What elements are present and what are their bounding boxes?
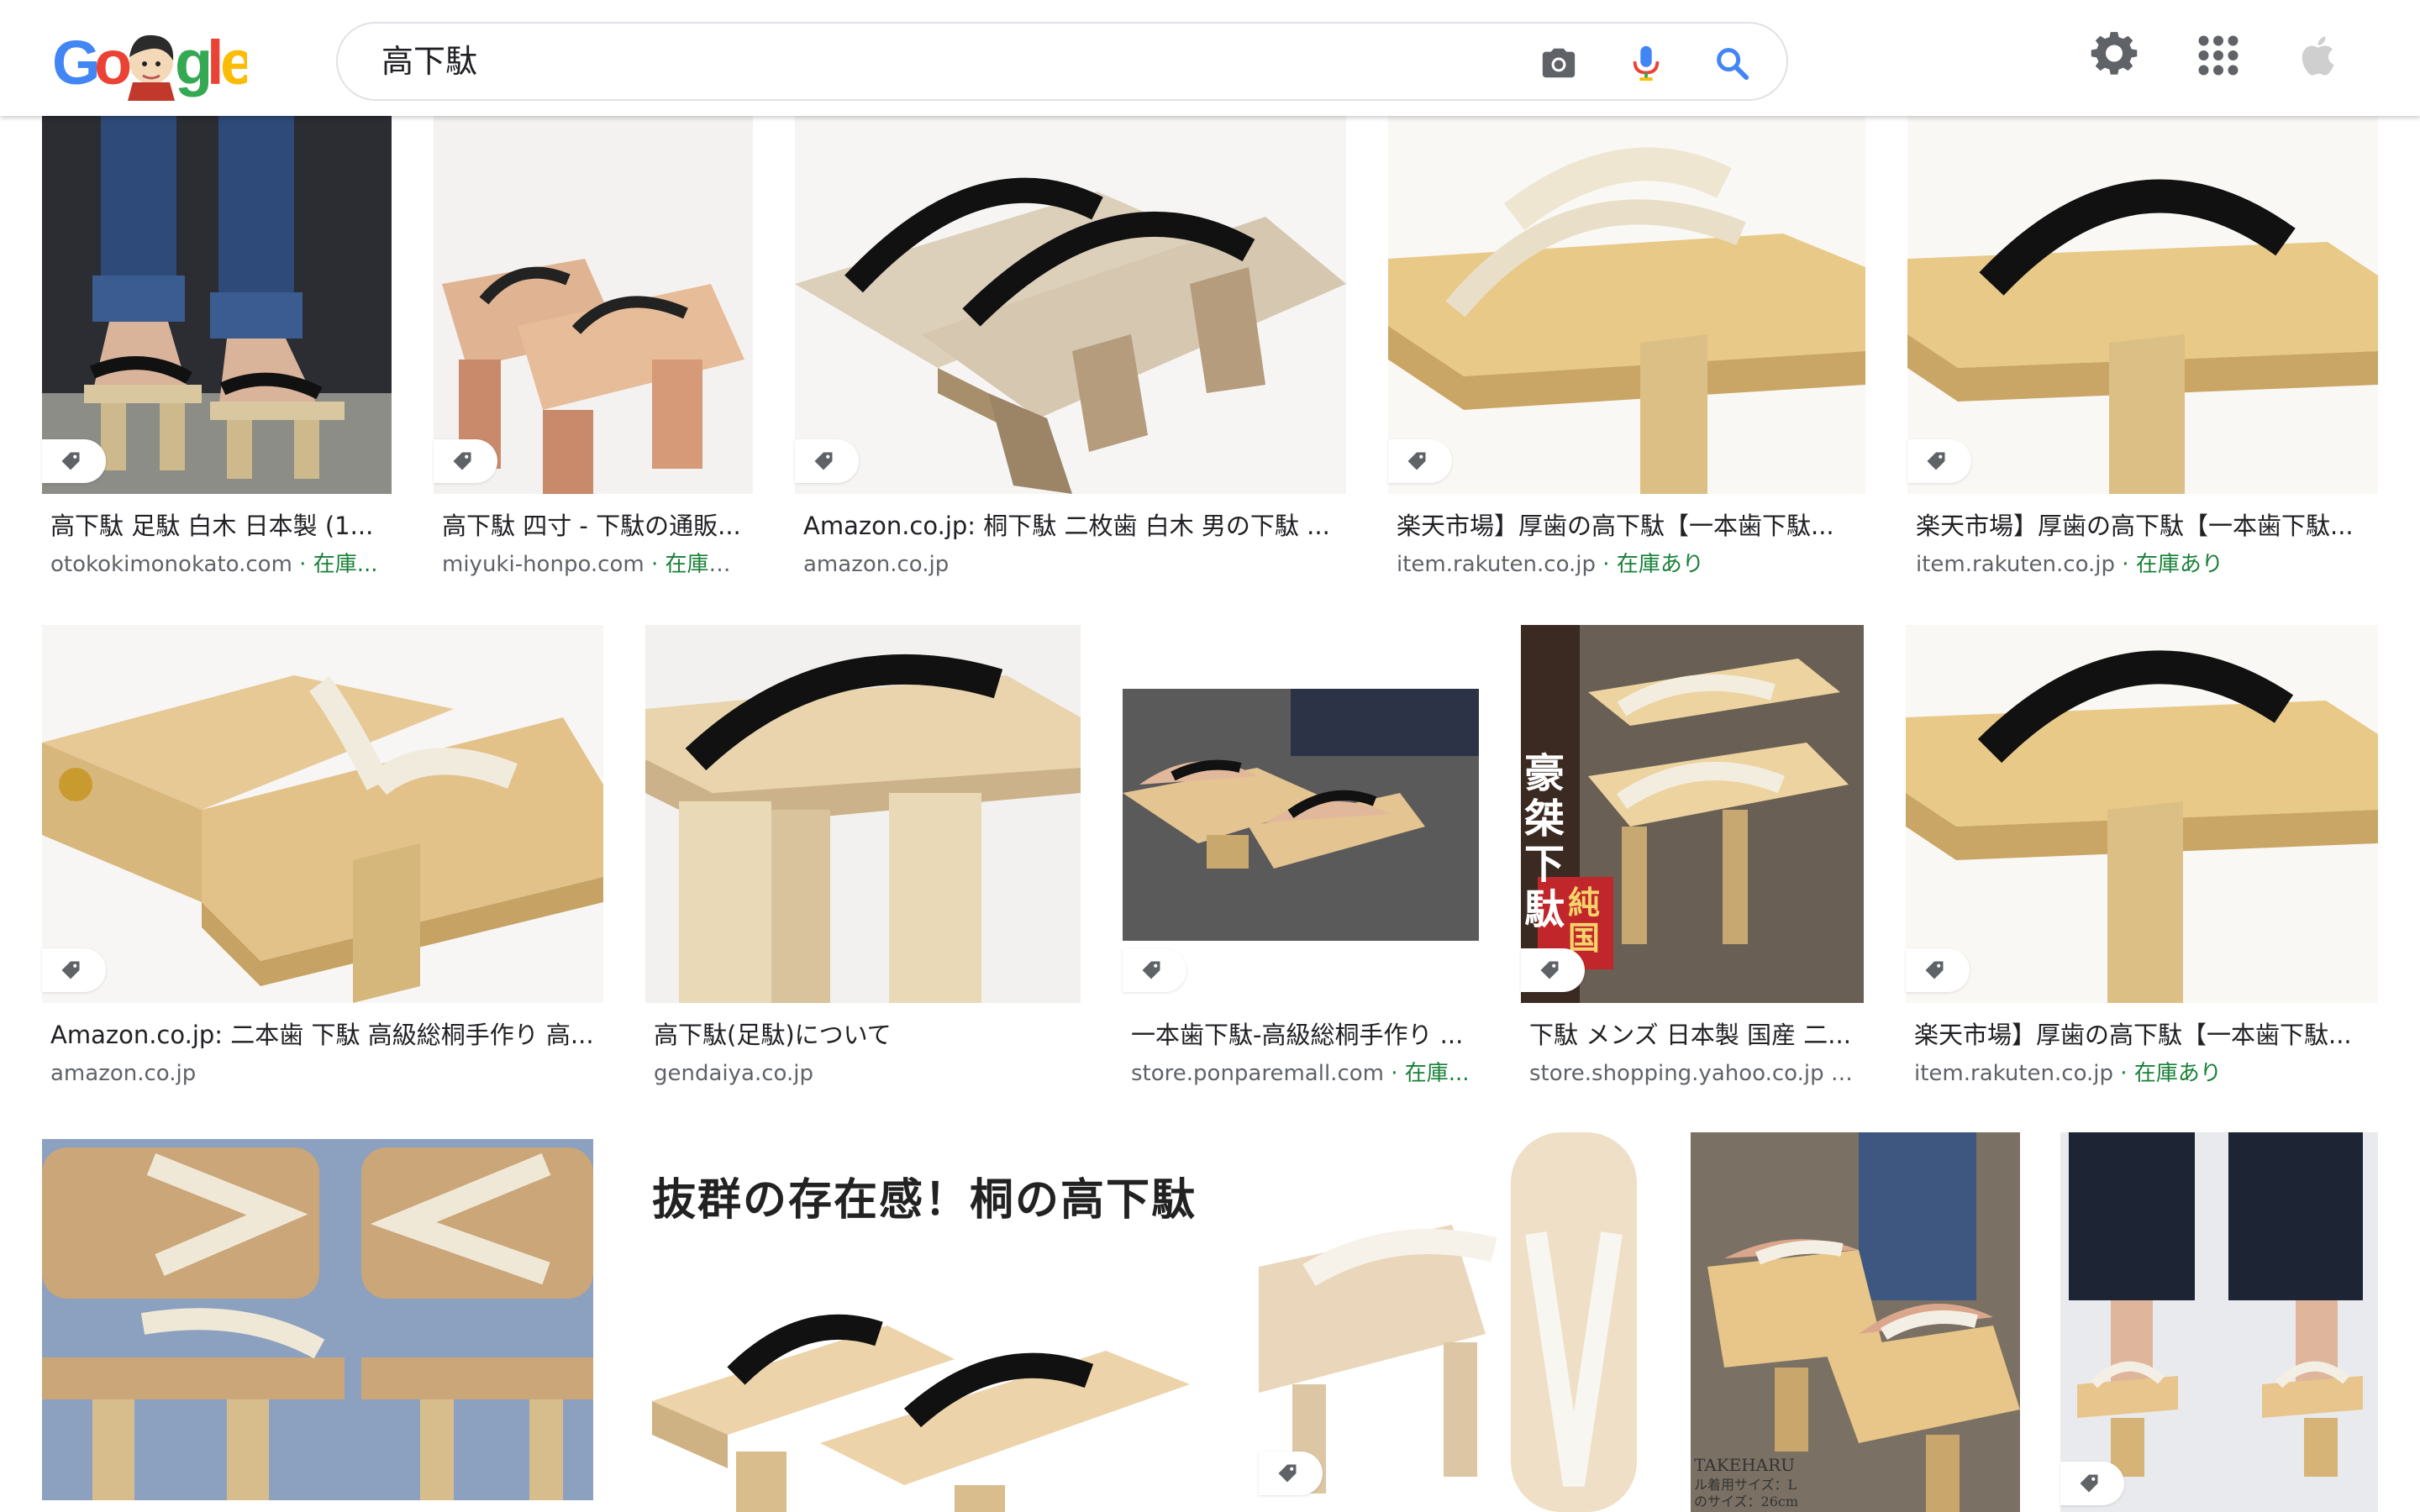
stock-status: · ... (1830, 1061, 1859, 1086)
shopping-tag-badge (42, 948, 106, 992)
top-bar: G o g l e 高下駄 (0, 0, 2420, 116)
image-result[interactable] (1259, 1132, 1649, 1512)
result-thumbnail[interactable] (434, 116, 753, 494)
camera-icon[interactable] (1539, 44, 1578, 82)
result-source: amazon.co.jp (803, 552, 950, 577)
result-thumbnail[interactable] (42, 1139, 593, 1500)
image-result[interactable]: 豪桀下駄 純国 下駄 メンズ 日本製 国産 二... store.shoppin… (1521, 625, 1864, 1095)
result-thumbnail[interactable] (1907, 116, 2378, 494)
price-tag-icon (1142, 961, 1160, 979)
shopping-tag-badge (2060, 1462, 2124, 1505)
price-tag-icon (1407, 452, 1426, 470)
result-source: otokokimonokato.com · 在庫... (50, 552, 378, 577)
image-credit-text: のサイズ：26cm (1694, 1494, 1799, 1509)
result-thumbnail[interactable] (1123, 625, 1479, 1003)
result-thumbnail[interactable] (2060, 1132, 2378, 1512)
image-result[interactable]: 楽天市場】厚歯の高下駄【一本歯下駄... item.rakuten.co.jp … (1906, 625, 2378, 1095)
image-overlay-text: 豪桀下駄 (1524, 750, 1565, 933)
result-title[interactable]: 下駄 メンズ 日本製 国産 二... (1529, 1020, 1859, 1050)
image-result[interactable]: 高下駄 足駄 白木 日本製 (1... otokokimonokato.com … (42, 116, 392, 586)
image-result[interactable]: 一本歯下駄-高級総桐手作り ... store.ponparemall.com … (1123, 625, 1479, 1095)
price-tag-icon (453, 452, 471, 470)
result-thumbnail[interactable] (1259, 1132, 1649, 1512)
shopping-tag-badge (42, 439, 106, 483)
search-box[interactable]: 高下駄 (336, 22, 1788, 101)
result-title[interactable]: 高下駄 足駄 白木 日本製 (1... (50, 511, 387, 541)
image-result[interactable]: 高下駄(足駄)について gendaiya.co.jp (645, 625, 1081, 1095)
svg-text:o: o (94, 28, 132, 97)
result-title[interactable]: 楽天市場】厚歯の高下駄【一本歯下駄... (1914, 1020, 2373, 1050)
image-result[interactable]: Amazon.co.jp: 桐下駄 二枚歯 白木 男の下駄 ... amazon… (795, 116, 1346, 586)
result-thumbnail[interactable]: 抜群の存在感！桐の高下駄 (635, 1132, 1217, 1512)
image-result[interactable]: Amazon.co.jp: 二本歯 下駄 高級総桐手作り 高... amazon… (42, 625, 603, 1095)
result-source: item.rakuten.co.jp · 在庫あり (1914, 1061, 2222, 1086)
stock-status: · 在庫あり (2113, 1061, 2222, 1086)
result-thumbnail[interactable]: TAKEHARU ル着用サイズ：L のサイズ：26cm (1691, 1132, 2020, 1512)
svg-text:G: G (52, 28, 101, 97)
price-tag-icon (61, 961, 80, 979)
price-tag-icon (1278, 1464, 1297, 1483)
result-source: item.rakuten.co.jp · 在庫あり (1397, 552, 1704, 577)
image-credit-text: TAKEHARU (1694, 1455, 1796, 1475)
image-overlay-text: 純国 (1568, 884, 1601, 957)
result-title[interactable]: 高下駄(足駄)について (654, 1020, 1076, 1050)
shopping-tag-badge (1521, 948, 1585, 992)
result-source: store.ponparemall.com · 在庫... (1131, 1061, 1470, 1086)
result-source: item.rakuten.co.jp · 在庫あり (1916, 552, 2223, 577)
price-tag-icon (1925, 961, 1944, 979)
price-tag-icon (1927, 452, 1945, 470)
image-result[interactable]: TAKEHARU ル着用サイズ：L のサイズ：26cm (1691, 1132, 2020, 1512)
image-banner-text: 抜群の存在感！桐の高下駄 (652, 1174, 1197, 1226)
image-result[interactable]: 高下駄 四寸 - 下駄の通販... miyuki-honpo.com · 在庫あ… (434, 116, 753, 586)
search-icon[interactable] (1712, 44, 1751, 82)
result-thumbnail[interactable] (795, 116, 1346, 494)
shopping-tag-badge (1907, 439, 1971, 483)
shopping-tag-badge (1123, 948, 1186, 992)
result-title[interactable]: 高下駄 四寸 - 下駄の通販... (442, 511, 750, 541)
result-source: gendaiya.co.jp (654, 1061, 813, 1086)
price-tag-icon (1540, 961, 1559, 979)
svg-text:e: e (220, 28, 247, 97)
result-thumbnail[interactable] (42, 625, 603, 1003)
settings-gear-icon[interactable] (2089, 30, 2139, 81)
result-title[interactable]: 楽天市場】厚歯の高下駄【一本歯下駄... (1916, 511, 2373, 541)
result-title[interactable]: 一本歯下駄-高級総桐手作り ... (1131, 1020, 1474, 1050)
image-result[interactable]: 抜群の存在感！桐の高下駄 (635, 1132, 1217, 1512)
stock-status: · 在庫... (292, 552, 378, 577)
apps-grid-icon[interactable] (2193, 30, 2244, 81)
microphone-icon[interactable] (1627, 44, 1665, 82)
image-result[interactable] (2060, 1132, 2378, 1512)
price-tag-icon (61, 452, 80, 470)
result-thumbnail[interactable] (42, 116, 392, 494)
stock-status: · 在庫... (1383, 1061, 1470, 1086)
shopping-tag-badge (1388, 439, 1452, 483)
account-avatar-icon[interactable] (2294, 30, 2344, 81)
result-thumbnail[interactable] (1906, 625, 2378, 1003)
result-title[interactable]: Amazon.co.jp: 桐下駄 二枚歯 白木 男の下駄 ... (803, 511, 1341, 541)
image-result[interactable]: 楽天市場】厚歯の高下駄【一本歯下駄... item.rakuten.co.jp … (1388, 116, 1865, 586)
search-input[interactable]: 高下駄 (381, 42, 477, 81)
result-title[interactable]: 楽天市場】厚歯の高下駄【一本歯下駄... (1397, 511, 1860, 541)
result-thumbnail[interactable] (645, 625, 1081, 1003)
result-source: miyuki-honpo.com · 在庫あ... (442, 551, 750, 578)
result-source: store.shopping.yahoo.co.jp · ... (1529, 1060, 1859, 1087)
stock-status: · 在庫あり (2115, 552, 2223, 577)
shopping-tag-badge (795, 439, 859, 483)
price-tag-icon (814, 452, 833, 470)
image-result[interactable]: 楽天市場】厚歯の高下駄【一本歯下駄... item.rakuten.co.jp … (1907, 116, 2378, 586)
image-result[interactable] (42, 1139, 593, 1512)
price-tag-icon (2080, 1474, 2098, 1493)
shopping-tag-badge (1906, 948, 1970, 992)
shopping-tag-badge (1259, 1452, 1323, 1495)
result-title[interactable]: Amazon.co.jp: 二本歯 下駄 高級総桐手作り 高... (50, 1020, 598, 1050)
result-source: amazon.co.jp (50, 1061, 197, 1086)
google-doodle-logo[interactable]: G o g l e (52, 24, 247, 101)
result-thumbnail[interactable] (1388, 116, 1865, 494)
stock-status: · 在庫あ... (644, 552, 750, 577)
result-thumbnail[interactable]: 豪桀下駄 純国 (1521, 625, 1864, 1003)
shopping-tag-badge (434, 439, 497, 483)
stock-status: · 在庫あり (1596, 552, 1704, 577)
image-results-grid: 高下駄 足駄 白木 日本製 (1... otokokimonokato.com … (0, 116, 2420, 1512)
